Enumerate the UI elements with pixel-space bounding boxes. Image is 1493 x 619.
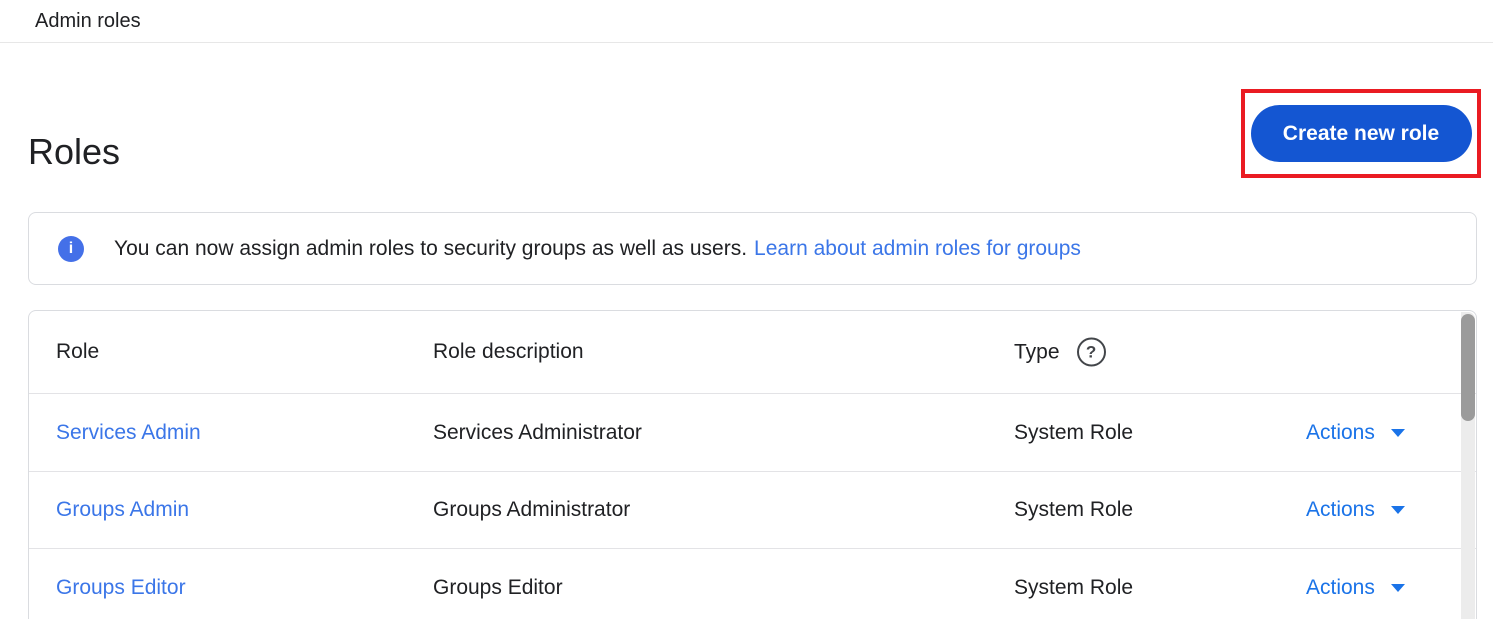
chevron-down-icon (1391, 584, 1405, 592)
chevron-down-icon (1391, 506, 1405, 514)
role-description: Groups Editor (433, 576, 563, 600)
banner-message-text: You can now assign admin roles to securi… (114, 237, 747, 260)
table-scrollbar-track[interactable] (1461, 312, 1475, 619)
role-type: System Role (1014, 421, 1133, 445)
info-icon: i (58, 236, 84, 262)
role-link-groups-admin[interactable]: Groups Admin (56, 498, 189, 522)
role-link-groups-editor[interactable]: Groups Editor (56, 576, 186, 600)
top-bar: Admin roles (0, 0, 1493, 43)
table-row: Groups Editor Groups Editor System Role … (29, 549, 1476, 619)
header-type: Type ? (1014, 338, 1106, 367)
header-role-description: Role description (433, 340, 584, 364)
table-row: Services Admin Services Administrator Sy… (29, 394, 1476, 472)
help-icon[interactable]: ? (1077, 338, 1106, 367)
page-title: Roles (28, 131, 120, 172)
create-new-role-button[interactable]: Create new role (1251, 105, 1472, 162)
actions-dropdown[interactable]: Actions (1306, 421, 1405, 445)
actions-label: Actions (1306, 498, 1375, 522)
actions-label: Actions (1306, 421, 1375, 445)
role-link-services-admin[interactable]: Services Admin (56, 421, 201, 445)
actions-dropdown[interactable]: Actions (1306, 498, 1405, 522)
banner-message: You can now assign admin roles to securi… (114, 237, 1081, 261)
header-role: Role (56, 340, 99, 364)
table-scrollbar-thumb[interactable] (1461, 314, 1475, 421)
highlight-annotation-box: Create new role (1241, 89, 1481, 178)
role-description: Groups Administrator (433, 498, 630, 522)
actions-label: Actions (1306, 576, 1375, 600)
table-header-row: Role Role description Type ? (29, 311, 1476, 394)
role-type: System Role (1014, 498, 1133, 522)
learn-more-link[interactable]: Learn about admin roles for groups (754, 237, 1081, 260)
chevron-down-icon (1391, 429, 1405, 437)
admin-roles-page: Admin roles Roles Create new role i You … (0, 0, 1493, 619)
table-row: Groups Admin Groups Administrator System… (29, 472, 1476, 549)
info-banner: i You can now assign admin roles to secu… (28, 212, 1477, 285)
role-type: System Role (1014, 576, 1133, 600)
breadcrumb[interactable]: Admin roles (35, 10, 141, 33)
role-description: Services Administrator (433, 421, 642, 445)
header-type-label: Type (1014, 340, 1060, 364)
roles-table: Role Role description Type ? Services Ad… (28, 310, 1477, 619)
actions-dropdown[interactable]: Actions (1306, 576, 1405, 600)
